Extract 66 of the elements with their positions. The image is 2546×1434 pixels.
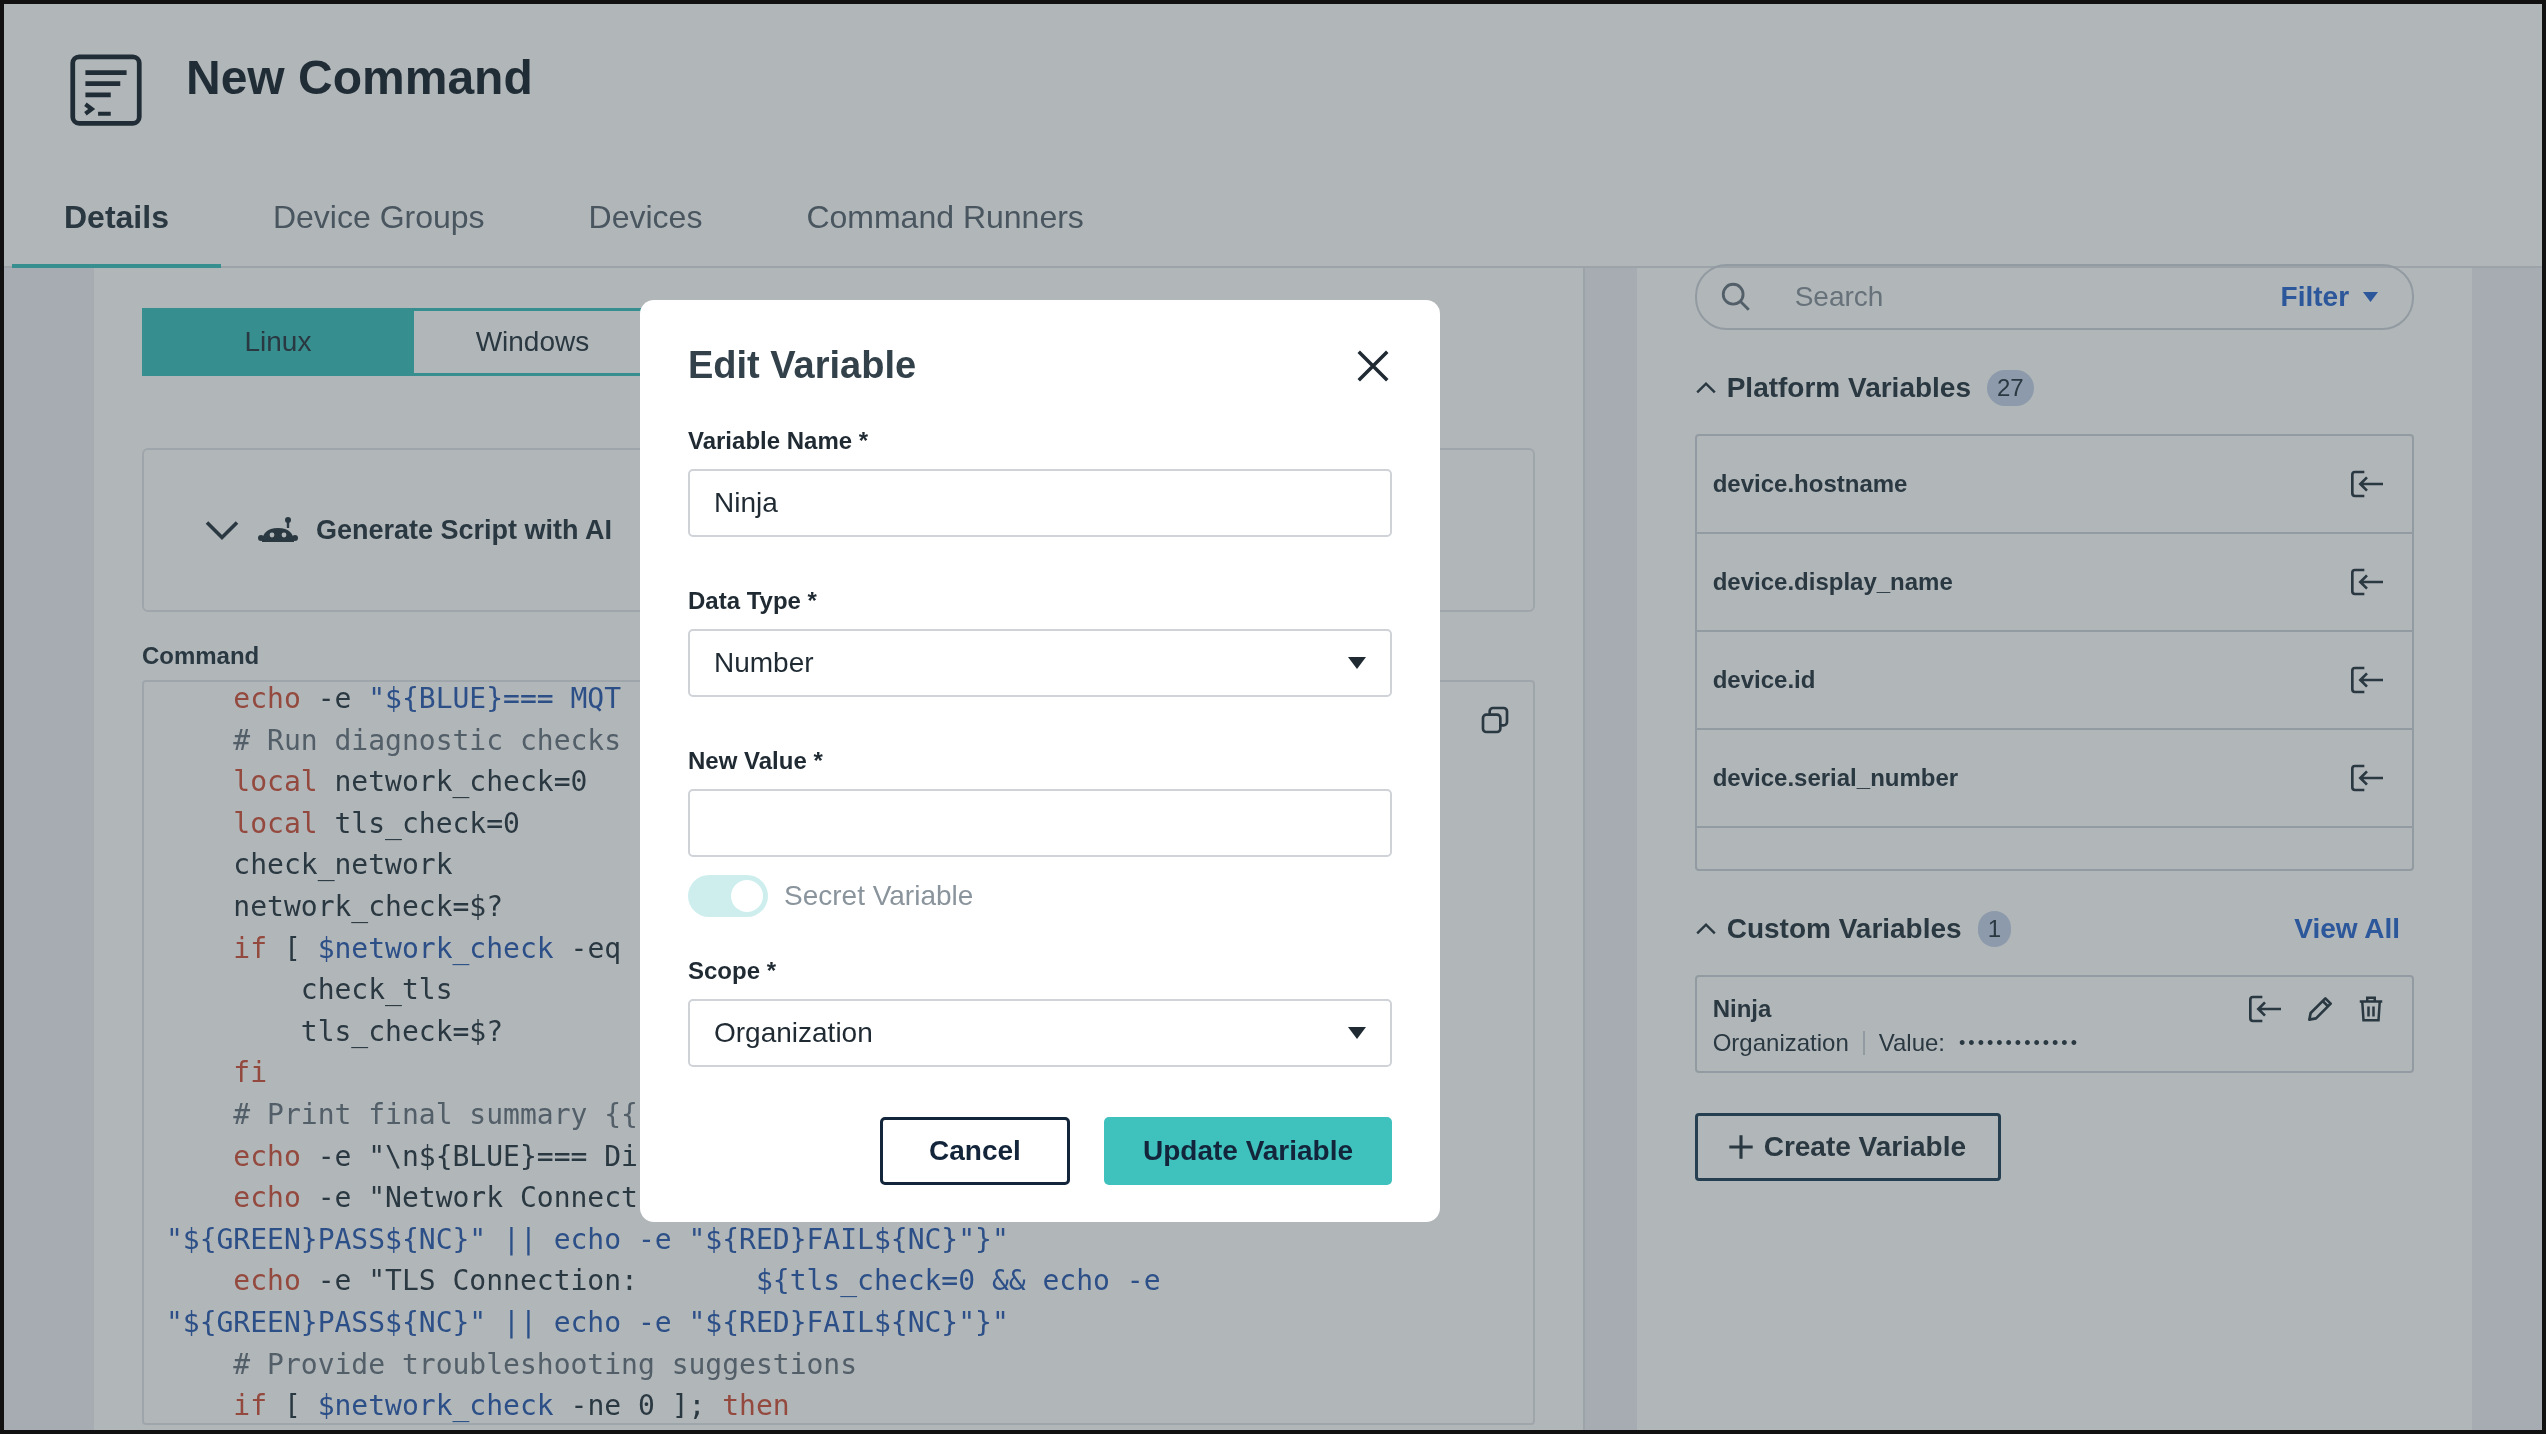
code-line: network_check=$? [232,889,504,924]
command-label: Command [141,642,260,670]
field-label: New Value * [688,747,824,775]
code-line: local network_check=0 [232,765,588,800]
variable-name: Ninja [1712,995,1772,1023]
section-title: Custom Variables [1726,913,1962,945]
dropdown-field[interactable]: Number [688,629,1392,697]
count-badge: 27 [1987,370,2034,406]
caret-icon [2363,292,2379,302]
dialog-title: Edit Variable [688,344,917,387]
count-badge: 1 [1977,911,2011,947]
tab[interactable]: Device Groups [220,179,537,268]
variable-row[interactable]: device.serial_number [1696,730,2413,828]
caret-icon [1348,657,1366,669]
variable-scope: Organization [1712,1029,1849,1057]
code-line: # Run diagnostic checks [232,723,622,758]
code-line: echo -e "\n${BLUE}=== Di [232,1139,638,1174]
chevron-icon[interactable] [1694,922,1717,936]
text-field[interactable]: Ninja [688,469,1392,537]
chevron-icon[interactable] [1694,381,1717,395]
cancel-button[interactable]: Cancel [880,1117,1070,1185]
code-line: echo -e "TLS Connection: ${tls_check=0 && echo -e [232,1264,1161,1299]
code-line: if [ $network_check -ne 0 ]; then [232,1389,790,1424]
plus-icon [1727,1134,1754,1160]
code-line: local tls_check=0 [232,806,520,841]
create-variable-button[interactable]: Create Variable [1694,1113,2001,1181]
search-field[interactable]: Search Filter [1694,264,2415,330]
tab[interactable]: Devices [536,179,755,268]
code-line: # Print final summary {{ [232,1097,638,1132]
variable-row[interactable]: device.display_name [1696,534,2413,632]
field-label: Scope * [688,957,778,985]
code-line: "${GREEN}PASS${NC}" || echo -e "${RED}FAIL${NC}"}" [165,1222,1009,1257]
value-label: Value: [1878,1029,1946,1057]
code-line: # Provide troubleshooting suggestions [232,1347,858,1382]
section-title: Platform Variables [1726,372,1971,404]
variable-row[interactable]: device.hostname [1696,436,2413,534]
ai-generate-label[interactable]: Generate Script with AI [315,514,612,546]
code-line: echo -e "${BLUE}=== MQT [232,682,622,716]
code-line: tls_check=$? [299,1014,504,1049]
terminal-icon [68,52,144,128]
view-all-link[interactable]: View All [2294,913,2401,945]
dropdown-field[interactable]: Organization [688,999,1392,1067]
robot-icon [257,516,298,544]
variable-name: device.serial_number [1712,764,1959,792]
field-label: Variable Name * [688,427,870,455]
page-title: New Command [186,50,533,105]
code-line: check_tls [299,973,453,1008]
update-button[interactable]: Update Variable [1104,1117,1392,1185]
variable-row[interactable]: device.id [1696,632,2413,730]
text-field[interactable] [688,789,1392,857]
masked-value: ••••••••••••• [1959,1032,2080,1054]
code-line: if [ $network_check -eq [232,931,622,966]
variable-name: device.display_name [1712,568,1953,596]
variable-name: device.id [1712,666,1816,694]
code-line: fi [232,1056,268,1091]
variable-name: device.hostname [1712,470,1908,498]
code-line: "${GREEN}PASS${NC}" || echo -e "${RED}FAIL${NC}"}" [165,1305,1009,1340]
os-option[interactable]: Linux [141,308,414,376]
field-label: Data Type * [688,587,818,615]
filter-button[interactable]: Filter [2274,280,2385,314]
toggle-label: Secret Variable [784,880,974,912]
chevron-icon[interactable] [203,519,240,541]
caret-icon [1348,1027,1366,1039]
code-line: check_network [232,848,453,883]
tab[interactable]: Command Runners [754,179,1136,268]
code-line: echo -e "Network Connect [232,1181,638,1216]
